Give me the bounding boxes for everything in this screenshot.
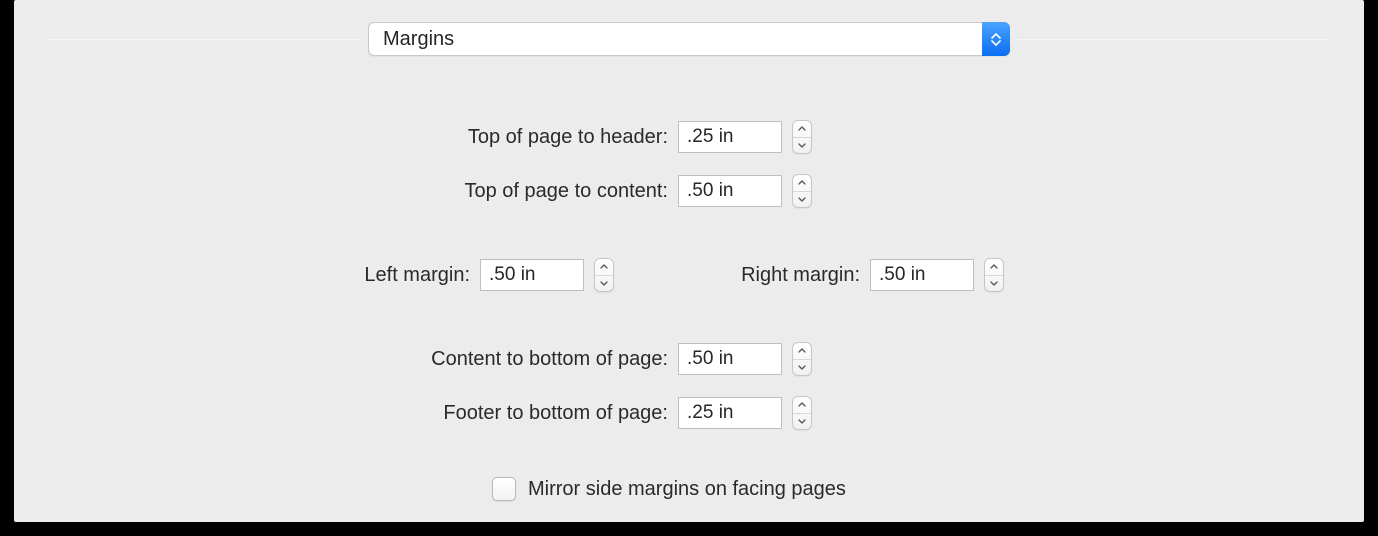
checkbox-mirror-margins[interactable] (492, 477, 516, 501)
margins-panel: Margins Top of page to header: Top of pa… (14, 0, 1364, 522)
updown-arrows-icon (982, 22, 1010, 56)
stepper-up-icon[interactable] (793, 397, 811, 414)
stepper-footer-to-bottom[interactable] (792, 396, 812, 430)
stepper-down-icon[interactable] (793, 138, 811, 154)
row-top-to-content: Top of page to content: (14, 164, 1364, 218)
label-content-to-bottom: Content to bottom of page: (14, 348, 678, 371)
stepper-left-margin[interactable] (594, 258, 614, 292)
label-top-to-content: Top of page to content: (14, 180, 678, 203)
section-dropdown[interactable]: Margins (368, 22, 1010, 56)
label-footer-to-bottom: Footer to bottom of page: (14, 402, 678, 425)
label-mirror-margins: Mirror side margins on facing pages (528, 478, 846, 501)
stepper-up-icon[interactable] (985, 259, 1003, 276)
input-top-to-header[interactable] (678, 121, 782, 153)
stepper-right-margin[interactable] (984, 258, 1004, 292)
stepper-down-icon[interactable] (793, 360, 811, 376)
input-right-margin[interactable] (870, 259, 974, 291)
stepper-top-to-header[interactable] (792, 120, 812, 154)
stepper-down-icon[interactable] (595, 276, 613, 292)
stepper-up-icon[interactable] (793, 175, 811, 192)
input-content-to-bottom[interactable] (678, 343, 782, 375)
input-footer-to-bottom[interactable] (678, 397, 782, 429)
row-footer-to-bottom: Footer to bottom of page: (14, 386, 1364, 440)
row-mirror-margins: Mirror side margins on facing pages (14, 464, 1364, 514)
stepper-up-icon[interactable] (793, 343, 811, 360)
row-side-margins: Left margin: Right margin: (14, 248, 1364, 302)
label-right-margin: Right margin: (614, 264, 870, 287)
section-separator: Margins (48, 38, 1330, 40)
stepper-down-icon[interactable] (985, 276, 1003, 292)
stepper-down-icon[interactable] (793, 192, 811, 208)
label-top-to-header: Top of page to header: (14, 126, 678, 149)
separator-line-right (1018, 39, 1330, 40)
stepper-down-icon[interactable] (793, 414, 811, 430)
stepper-up-icon[interactable] (793, 121, 811, 138)
section-dropdown-label: Margins (369, 28, 982, 51)
input-left-margin[interactable] (480, 259, 584, 291)
separator-line-left (48, 39, 360, 40)
stepper-up-icon[interactable] (595, 259, 613, 276)
row-top-to-header: Top of page to header: (14, 110, 1364, 164)
stepper-content-to-bottom[interactable] (792, 342, 812, 376)
label-left-margin: Left margin: (14, 264, 480, 287)
margins-form: Top of page to header: Top of page to co… (14, 110, 1364, 514)
stepper-top-to-content[interactable] (792, 174, 812, 208)
input-top-to-content[interactable] (678, 175, 782, 207)
row-content-to-bottom: Content to bottom of page: (14, 332, 1364, 386)
